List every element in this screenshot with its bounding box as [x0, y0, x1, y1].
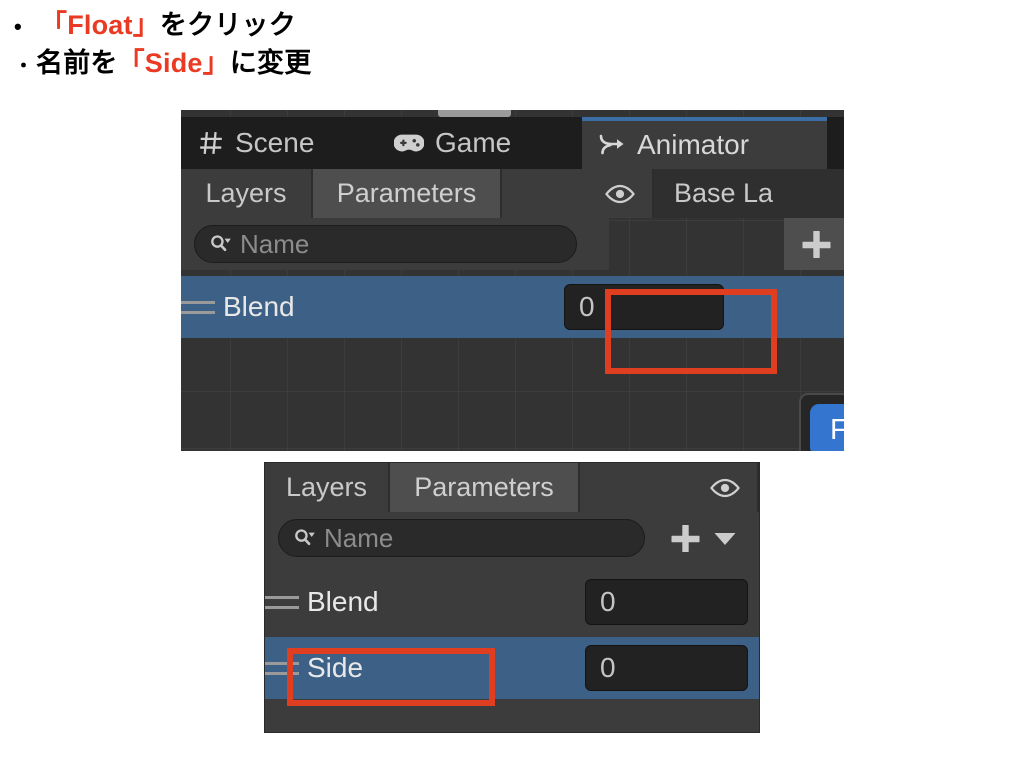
parameters-sub-toolbar-bottom: Layers Parameters [265, 463, 759, 512]
search-input-bottom[interactable]: Name [278, 519, 645, 557]
search-icon [293, 528, 316, 549]
sub-tab-parameters-label: Parameters [336, 178, 477, 208]
sub-tab-parameters[interactable]: Parameters [313, 169, 502, 218]
parameter-search-row-bottom: Name [265, 512, 759, 564]
animator-window-top: Scene Game Animator Layers Parameters Ba… [181, 110, 844, 451]
editor-tab-bar: Scene Game Animator [181, 117, 844, 169]
layer-visibility-toggle[interactable] [502, 169, 654, 218]
sub-tab-layers[interactable]: Layers [181, 169, 313, 218]
parameter-value-field[interactable]: 0 [585, 579, 748, 625]
base-layer-name: Base La [654, 169, 844, 218]
grid-hash-icon [198, 130, 224, 156]
parameter-value-field[interactable]: 0 [564, 284, 724, 330]
sub-tab-parameters-bottom-label: Parameters [414, 472, 554, 502]
instruction-line-1: • 「Float」をクリック [14, 6, 994, 44]
tab-animator[interactable]: Animator [582, 117, 827, 169]
tab-scene[interactable]: Scene [181, 117, 331, 169]
drag-handle-icon[interactable] [181, 300, 223, 314]
parameter-search-row-top: Name [181, 218, 609, 270]
parameter-list-empty-area [265, 699, 759, 732]
tab-animator-label: Animator [637, 129, 750, 160]
plus-icon [799, 227, 834, 262]
add-parameter-button-top[interactable] [784, 218, 844, 270]
parameter-row-blend-bottom[interactable]: Blend 0 [265, 571, 759, 633]
bullet-dot-icon: • [14, 14, 22, 39]
base-layer-label: Base La [674, 178, 774, 208]
search-placeholder: Name [240, 228, 310, 259]
drag-handle-icon[interactable] [265, 661, 307, 675]
gamepad-icon [394, 132, 424, 154]
instruction-2-prefix: 名前を [36, 48, 118, 79]
sub-tab-layers-bottom-label: Layers [285, 472, 368, 502]
animator-parameters-panel-bottom: Layers Parameters Name Blend 0 Side 0 [264, 462, 760, 733]
tab-game[interactable]: Game [377, 117, 528, 169]
layer-visibility-toggle-bottom[interactable] [580, 463, 759, 512]
eye-icon [709, 478, 741, 498]
bullet-middot-icon: ・ [14, 56, 34, 78]
instruction-2-highlight: 「Side」 [117, 48, 230, 79]
parameter-row-blend-top[interactable]: Blend 0 [181, 276, 844, 338]
parameter-row-side[interactable]: Side 0 [265, 637, 759, 699]
instruction-1-highlight: 「Float」 [40, 10, 160, 40]
search-placeholder-bottom: Name [324, 522, 394, 553]
search-icon [209, 234, 232, 255]
instruction-line-2: ・ 名前を「Side」に変更 [14, 44, 994, 82]
instruction-1-text: をクリック [159, 10, 296, 40]
parameter-name-label: Blend [307, 586, 379, 617]
add-parameter-button-bottom[interactable] [654, 512, 750, 564]
menu-item-float-label: Float [830, 414, 844, 447]
branch-arrow-icon [599, 133, 626, 157]
tab-game-label: Game [435, 127, 512, 158]
sub-tab-layers-label: Layers [205, 178, 287, 208]
plus-icon [668, 521, 703, 556]
parameter-name-label: Blend [223, 291, 295, 322]
menu-item-float[interactable]: Float [810, 404, 844, 451]
instruction-2-text: に変更 [229, 48, 312, 79]
parameters-sub-toolbar-top: Layers Parameters Base La [181, 169, 844, 218]
tab-scene-label: Scene [235, 127, 315, 158]
search-input[interactable]: Name [194, 225, 577, 263]
parameter-name-label-side: Side [307, 652, 364, 683]
instruction-list: • 「Float」をクリック ・ 名前を「Side」に変更 [14, 6, 994, 83]
sub-tab-layers-bottom[interactable]: Layers [265, 463, 390, 512]
parameter-value-field-side[interactable]: 0 [585, 645, 748, 691]
caret-down-icon [713, 531, 737, 546]
eye-icon [604, 184, 636, 204]
sub-tab-parameters-bottom[interactable]: Parameters [390, 463, 580, 512]
window-tab-nub [438, 110, 511, 117]
drag-handle-icon[interactable] [265, 595, 307, 609]
add-parameter-type-menu[interactable]: Float Int Bool [799, 393, 844, 451]
